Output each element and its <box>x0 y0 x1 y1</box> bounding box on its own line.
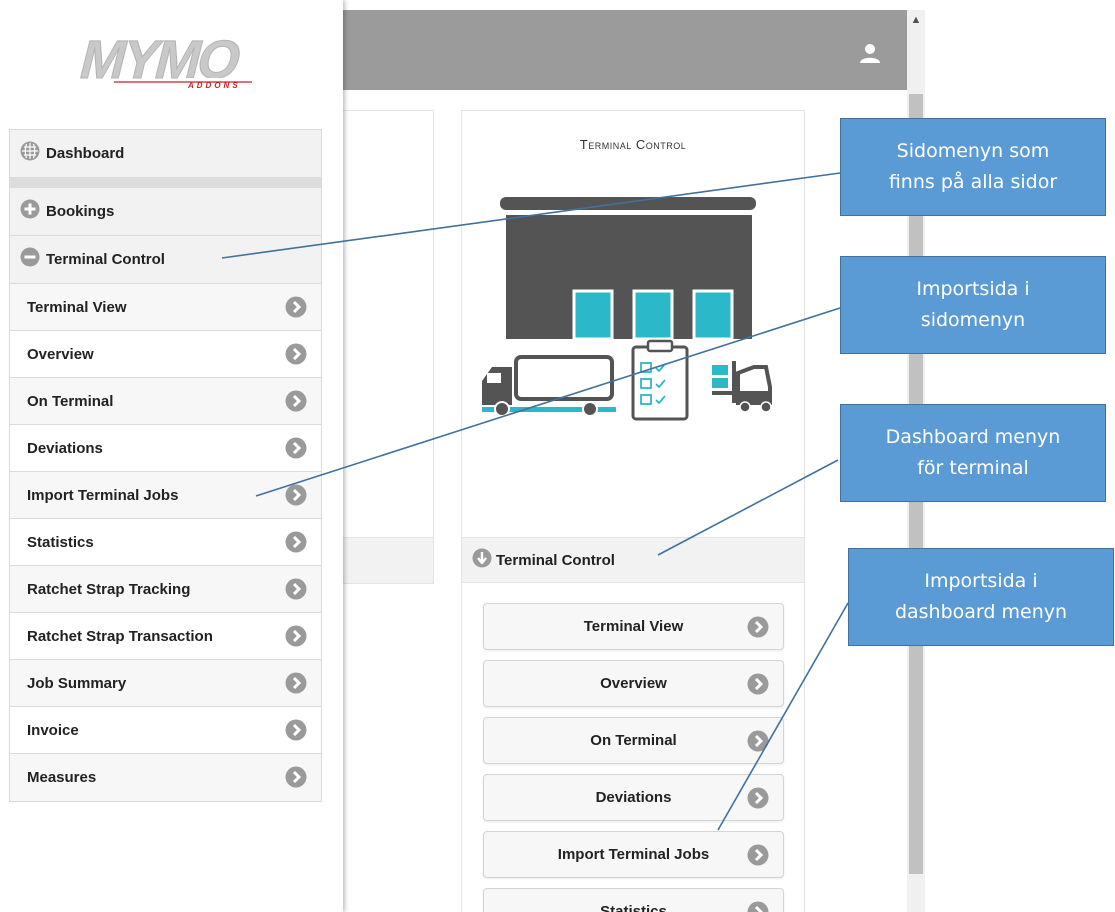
sidebar-subitem-ratchet-strap-tracking[interactable]: Ratchet Strap Tracking <box>10 566 321 613</box>
chevron-right-icon <box>285 390 307 412</box>
annotation-callout-sidomeny: Sidomenyn som finns på alla sidor <box>840 118 1106 216</box>
tile-title: Terminal Control <box>579 137 687 152</box>
dashboard-button-list: Terminal View Overview On Terminal Devia… <box>483 603 784 912</box>
terminal-illustration <box>478 195 790 429</box>
sidebar: MYMO ADDONS Dashboard Bookings Terminal … <box>0 0 343 912</box>
sidebar-subitem-label: Invoice <box>27 721 79 739</box>
chevron-right-icon <box>747 787 769 809</box>
chevron-right-icon <box>285 343 307 365</box>
chevron-right-icon <box>747 616 769 638</box>
callout-line: Sidomenyn som <box>896 140 1050 162</box>
sidebar-item-label: Dashboard <box>46 145 125 162</box>
sidebar-subitem-label: Ratchet Strap Tracking <box>27 580 191 598</box>
dashboard-button-import-terminal-jobs[interactable]: Import Terminal Jobs <box>483 831 784 878</box>
sidebar-subitem-on-terminal[interactable]: On Terminal <box>10 378 321 425</box>
sidebar-subitem-import-terminal-jobs[interactable]: Import Terminal Jobs <box>10 472 321 519</box>
tile-section-label: Terminal Control <box>496 551 615 569</box>
annotation-callout-importsida-sidomeny: Importsida i sidomenyn <box>840 256 1106 354</box>
sidebar-subitem-label: Job Summary <box>27 674 127 692</box>
chevron-right-icon <box>747 730 769 752</box>
chevron-right-icon <box>747 673 769 695</box>
sidebar-subitem-label: Terminal View <box>27 298 127 316</box>
dashboard-button-statistics[interactable]: Statistics <box>483 888 784 912</box>
plus-circle-icon <box>20 199 40 224</box>
sidebar-subitem-label: Deviations <box>27 439 103 457</box>
scroll-up-arrow-icon[interactable]: ▲ <box>907 12 925 28</box>
chevron-right-icon <box>285 766 307 788</box>
annotation-callout-importsida-dashboard: Importsida i dashboard menyn <box>848 548 1114 646</box>
sidebar-subitem-terminal-view[interactable]: Terminal View <box>10 284 321 331</box>
chevron-right-icon <box>285 719 307 741</box>
callout-line: Dashboard menyn <box>885 426 1061 448</box>
top-bar <box>343 10 907 90</box>
arrow-down-circle-icon <box>472 548 492 573</box>
callout-line: Importsida i <box>916 278 1030 300</box>
sidebar-subitem-label: Overview <box>27 345 94 363</box>
callout-line: dashboard menyn <box>894 601 1068 623</box>
grid-globe-icon <box>20 141 40 166</box>
app-screen: ▲ Terminal Control Terminal Control Term… <box>0 0 1115 912</box>
callout-line: Importsida i <box>924 570 1038 592</box>
sidebar-subitem-invoice[interactable]: Invoice <box>10 707 321 754</box>
chevron-right-icon <box>285 437 307 459</box>
chevron-right-icon <box>285 578 307 600</box>
sidebar-subitem-label: Statistics <box>27 533 94 551</box>
menu-divider <box>10 178 321 188</box>
terminal-control-tile: Terminal Control Terminal Control Termin… <box>461 110 805 912</box>
dashboard-button-label: Terminal View <box>583 618 684 635</box>
sidebar-item-dashboard[interactable]: Dashboard <box>10 130 321 178</box>
dashboard-button-terminal-view[interactable]: Terminal View <box>483 603 784 650</box>
sidebar-subitem-label: On Terminal <box>27 392 114 410</box>
user-icon[interactable] <box>859 42 881 64</box>
sidebar-subitem-overview[interactable]: Overview <box>10 331 321 378</box>
sidebar-subitem-measures[interactable]: Measures <box>10 754 321 801</box>
callout-line: sidomenyn <box>920 309 1026 331</box>
minus-circle-icon <box>20 247 40 272</box>
chevron-right-icon <box>285 672 307 694</box>
chevron-right-icon <box>285 484 307 506</box>
annotation-callout-dashboard-meny: Dashboard menyn för terminal <box>840 404 1106 502</box>
sidebar-subitem-label: Import Terminal Jobs <box>27 486 179 504</box>
chevron-right-icon <box>285 296 307 318</box>
sidebar-item-label: Terminal Control <box>46 251 165 268</box>
chevron-right-icon <box>747 901 769 912</box>
sidebar-item-bookings[interactable]: Bookings <box>10 188 321 236</box>
chevron-right-icon <box>747 844 769 866</box>
callout-line: finns på alla sidor <box>888 171 1058 193</box>
sidebar-item-terminal-control[interactable]: Terminal Control <box>10 236 321 284</box>
sidebar-subitem-job-summary[interactable]: Job Summary <box>10 660 321 707</box>
dashboard-button-label: On Terminal <box>590 732 677 749</box>
chevron-right-icon <box>285 531 307 553</box>
sidebar-subitem-label: Ratchet Strap Transaction <box>27 627 213 645</box>
mymo-logo[interactable]: MYMO ADDONS <box>64 26 264 96</box>
chevron-right-icon <box>285 625 307 647</box>
dashboard-button-on-terminal[interactable]: On Terminal <box>483 717 784 764</box>
dashboard-button-label: Import Terminal Jobs <box>557 846 710 863</box>
dashboard-button-label: Deviations <box>595 789 672 806</box>
svg-text:ADDONS: ADDONS <box>187 81 241 90</box>
callout-line: för terminal <box>917 457 1029 479</box>
dashboard-button-label: Statistics <box>600 903 667 912</box>
sidebar-subitem-label: Measures <box>27 769 97 786</box>
dashboard-button-label: Overview <box>600 675 667 692</box>
sidebar-subitem-deviations[interactable]: Deviations <box>10 425 321 472</box>
side-menu: Dashboard Bookings Terminal Control Term… <box>9 129 322 802</box>
dashboard-button-deviations[interactable]: Deviations <box>483 774 784 821</box>
dashboard-button-overview[interactable]: Overview <box>483 660 784 707</box>
tile-section-header[interactable]: Terminal Control <box>462 537 804 583</box>
sidebar-subitem-ratchet-strap-transaction[interactable]: Ratchet Strap Transaction <box>10 613 321 660</box>
sidebar-subitem-statistics[interactable]: Statistics <box>10 519 321 566</box>
sidebar-item-label: Bookings <box>46 203 115 220</box>
